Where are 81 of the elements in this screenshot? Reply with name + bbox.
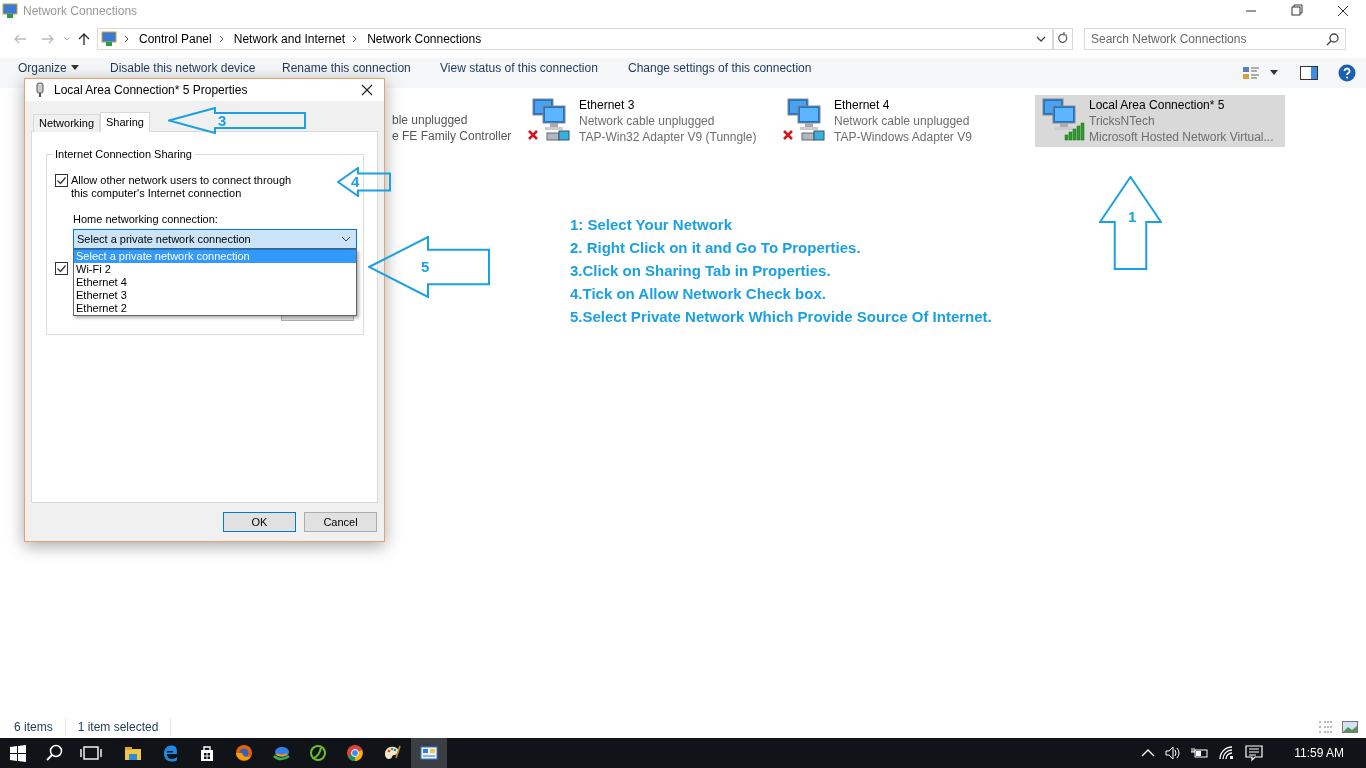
dialog-tab[interactable]: Networking	[33, 114, 101, 132]
breadcrumb[interactable]: Network Connections	[367, 30, 482, 48]
toolbar-button[interactable]: View status of this connection	[440, 61, 598, 75]
toolbar-button[interactable]: Disable this network device	[110, 61, 256, 75]
refresh-icon[interactable]	[1053, 28, 1073, 50]
connection-detail: e FE Family Controller	[392, 128, 513, 144]
chevron-down-icon	[341, 235, 351, 243]
speaker-icon[interactable]	[1164, 745, 1183, 761]
up-icon[interactable]	[76, 31, 92, 47]
instruction-text: 1: Select Your Network	[570, 215, 733, 235]
folder-icon[interactable]	[124, 744, 142, 762]
breadcrumb[interactable]: Network and Internet	[233, 30, 346, 48]
dropdown-field[interactable]: Select a private network connection	[73, 229, 357, 249]
checkbox-label: Allow other network users to connect through this computer's Internet connection	[71, 174, 293, 200]
instruction-text: 3.Click on Sharing Tab in Properties.	[570, 261, 832, 281]
view-options-icon[interactable]	[1242, 65, 1260, 81]
task-view-icon[interactable]	[80, 745, 102, 761]
toolbar-button[interactable]: Organize	[18, 61, 79, 75]
caret-icon	[70, 65, 79, 71]
instruction-text: 4.Tick on Allow Network Check box.	[570, 284, 827, 304]
step-number: 3	[218, 112, 227, 129]
instruction-text: 2. Right Click on it and Go To Properties.	[570, 238, 862, 258]
connection-name: Local Area Connection* 5	[1089, 97, 1226, 113]
search-icon	[1326, 32, 1340, 46]
connection-status: TricksNTech	[1089, 113, 1156, 129]
connection-device: TAP-Windows Adapter V9	[834, 129, 972, 145]
large-icons-view-icon[interactable]	[1342, 720, 1358, 734]
status-text: 1 item selected	[77, 718, 172, 736]
instruction-text: 5.Select Private Network Which Provide Source Of Internet.	[570, 307, 992, 327]
connection-item[interactable]: Local Area Connection* 5 TricksNTech Microsoft Hosted Network Virtual...	[1035, 95, 1285, 147]
step-number: 1	[1128, 208, 1137, 225]
status-text: 6 items	[14, 718, 66, 736]
shopping-bag-icon[interactable]	[198, 744, 216, 762]
connection-status: Network cable unplugged	[834, 113, 971, 129]
help-icon[interactable]	[1338, 64, 1356, 82]
dialog-tab[interactable]: Sharing	[100, 112, 150, 132]
dropdown-option[interactable]: Wi-Fi 2	[74, 263, 356, 276]
preview-pane-icon[interactable]	[1300, 65, 1318, 81]
fox-globe-icon[interactable]	[235, 744, 253, 762]
search-field[interactable]: Search Network Connections	[1084, 28, 1346, 50]
step-number: 4	[351, 174, 360, 190]
connection-detail: ble unplugged	[392, 112, 469, 128]
dialog-button[interactable]: OK	[223, 512, 296, 532]
circle-segments-icon[interactable]	[346, 744, 364, 762]
globe-swoosh-icon[interactable]	[272, 744, 290, 762]
dropdown-option[interactable]: Ethernet 3	[74, 289, 356, 302]
connection-name: Ethernet 3	[579, 97, 636, 113]
dialog-title: Local Area Connection* 5 Properties	[54, 82, 248, 99]
start-icon[interactable]	[9, 744, 27, 762]
close-icon[interactable]	[360, 83, 374, 97]
field-label: Home networking connection:	[73, 212, 218, 227]
toolbar-button[interactable]: Rename this connection	[282, 61, 411, 75]
step-number: 5	[421, 259, 430, 275]
chevron-up-icon[interactable]	[1141, 748, 1156, 758]
network-folder-icon	[2, 3, 18, 19]
dialog-button[interactable]: Cancel	[304, 512, 377, 532]
dropdown-option[interactable]: Ethernet 2	[74, 302, 356, 315]
connection-name: Ethernet 4	[834, 97, 891, 113]
caret-icon[interactable]	[1270, 70, 1278, 76]
palette-icon[interactable]	[383, 744, 401, 762]
clock-text[interactable]: 11:59 AM	[1294, 744, 1344, 762]
battery-icon[interactable]	[1191, 745, 1210, 761]
toolbar-button[interactable]: Change settings of this connection	[628, 61, 812, 75]
checkbox[interactable]	[55, 174, 68, 187]
callout-arrow	[337, 167, 391, 197]
circle-swirl-icon[interactable]	[309, 744, 327, 762]
network-folder-icon	[101, 31, 117, 47]
connection-status: Network cable unplugged	[579, 113, 716, 129]
dropdown-option[interactable]: Ethernet 4	[74, 276, 356, 289]
window-title: Network Connections	[23, 3, 138, 20]
group-title: Internet Connection Sharing	[53, 147, 194, 161]
notification-icon[interactable]	[1245, 744, 1264, 762]
plug-icon	[34, 82, 46, 98]
control-panel-icon[interactable]	[420, 744, 438, 762]
connection-device: TAP-Win32 Adapter V9 (Tunngle)	[579, 129, 757, 145]
breadcrumb[interactable]: Control Panel	[139, 30, 212, 48]
address-bar[interactable]: Control Panel Network and Internet Network Connections	[97, 28, 1053, 50]
connection-device: Microsoft Hosted Network Virtual...	[1089, 129, 1274, 145]
checkbox[interactable]	[55, 262, 68, 275]
search-icon[interactable]	[46, 744, 64, 762]
browser-e-icon[interactable]	[161, 744, 179, 762]
